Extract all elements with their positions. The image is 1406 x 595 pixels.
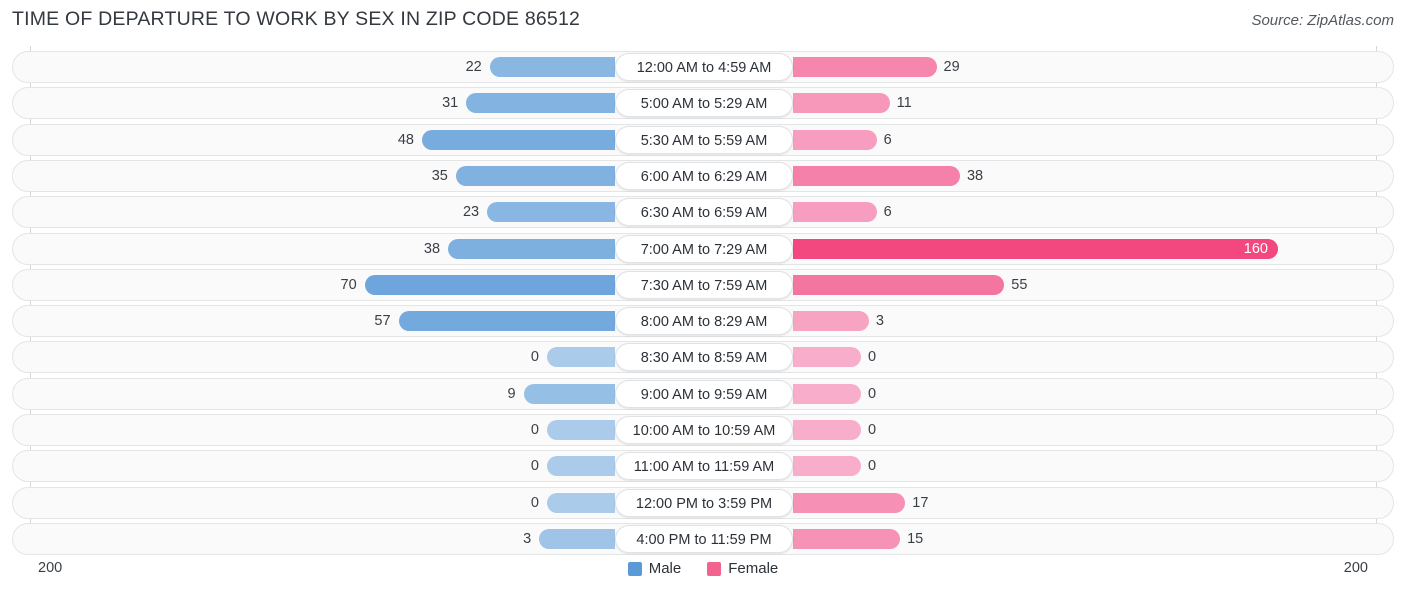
bar-female[interactable] [793,165,960,186]
bar-male[interactable] [547,420,615,440]
value-label-female: 38 [966,167,984,184]
value-label-male: 0 [530,422,539,438]
bar-male[interactable] [547,347,615,368]
table-row[interactable]: 9 0 9:00 AM to 9:59 AM [12,377,1394,410]
value-label-male: 3 [523,530,532,547]
bar-male[interactable] [487,202,615,223]
legend-swatch-female-icon [707,561,722,576]
table-row[interactable]: 38 160 7:00 AM to 7:29 AM [12,232,1394,265]
table-row[interactable]: 23 6 6:30 AM to 6:59 AM [12,196,1394,229]
category-label[interactable]: 12:00 PM to 3:59 PM [615,488,793,517]
table-row[interactable]: 22 29 12:00 AM to 4:59 AM [12,51,1394,83]
bar-male[interactable] [364,274,615,295]
value-label-male: 22 [465,59,482,75]
value-label-female: 0 [868,458,877,475]
bar-male[interactable] [421,129,615,150]
category-label[interactable]: 6:00 AM to 6:29 AM [615,161,793,190]
legend-item-male[interactable]: Male [627,560,682,577]
bar-male[interactable] [547,456,615,477]
bar-male[interactable] [547,492,615,513]
category-label[interactable]: 5:30 AM to 5:59 AM [615,125,793,154]
chart-legend: Male Female [0,560,1406,577]
bar-female[interactable] [793,311,869,332]
table-row[interactable]: 3 15 4:00 PM to 11:59 PM [12,522,1394,555]
bar-female[interactable] [793,492,906,513]
category-label[interactable]: 8:00 AM to 8:29 AM [615,307,793,336]
table-row[interactable]: 0 0 10:00 AM to 10:59 AM [12,414,1394,446]
value-label-female: 55 [1011,276,1028,293]
value-label-female: 3 [875,313,884,330]
bar-male[interactable] [489,57,615,77]
bar-female[interactable] [793,238,1278,259]
value-label-female: 17 [912,494,929,511]
page-title: TIME OF DEPARTURE TO WORK BY SEX IN ZIP … [12,8,581,30]
category-label[interactable]: 7:30 AM to 7:59 AM [615,270,793,299]
value-label-male: 0 [530,349,539,366]
chart-footer: 200 200 Male Female [0,556,1406,595]
bar-male[interactable] [466,93,615,114]
value-label-male: 35 [431,167,448,184]
table-row[interactable]: 48 6 5:30 AM to 5:59 AM [12,123,1394,156]
value-label-male: 48 [397,131,414,148]
bar-female[interactable] [793,420,861,440]
table-row[interactable]: 0 0 8:30 AM to 8:59 AM [12,341,1394,374]
bar-male[interactable] [448,238,615,259]
bar-female[interactable] [793,202,877,223]
bar-female[interactable] [793,347,861,368]
bar-male[interactable] [455,165,615,186]
table-row[interactable]: 35 38 6:00 AM to 6:29 AM [12,159,1394,192]
category-label[interactable]: 10:00 AM to 10:59 AM [615,416,793,444]
category-label[interactable]: 4:00 PM to 11:59 PM [615,524,793,553]
category-label[interactable]: 9:00 AM to 9:59 AM [615,379,793,408]
value-label-female: 0 [868,422,877,438]
bar-female[interactable] [793,93,890,114]
legend-label-female: Female [728,560,779,577]
category-label[interactable]: 8:30 AM to 8:59 AM [615,343,793,372]
bar-male[interactable] [539,528,615,549]
value-label-female: 6 [883,131,892,148]
value-label-female: 29 [943,59,960,75]
legend-item-female[interactable]: Female [707,560,778,577]
value-label-male: 31 [442,95,459,112]
table-row[interactable]: 0 17 12:00 PM to 3:59 PM [12,486,1394,519]
category-label[interactable]: 12:00 AM to 4:59 AM [615,53,793,81]
bar-female[interactable] [793,274,1005,295]
bar-female[interactable] [793,456,861,477]
bar-male[interactable] [398,311,615,332]
category-label[interactable]: 6:30 AM to 6:59 AM [615,198,793,227]
table-row[interactable]: 0 0 11:00 AM to 11:59 AM [12,450,1394,483]
value-label-female: 0 [868,349,877,366]
value-label-female: 15 [907,530,924,547]
value-label-female: 0 [868,385,877,402]
table-row[interactable]: 31 11 5:00 AM to 5:29 AM [12,87,1394,120]
category-label[interactable]: 5:00 AM to 5:29 AM [615,89,793,118]
bar-female[interactable] [793,129,877,150]
value-label-male: 0 [530,494,539,511]
bar-female[interactable] [793,383,861,404]
legend-label-male: Male [648,560,682,577]
value-label-female: 11 [896,95,912,112]
value-label-male: 57 [374,313,391,330]
table-row[interactable]: 57 3 8:00 AM to 8:29 AM [12,305,1394,338]
table-row[interactable]: 70 55 7:30 AM to 7:59 AM [12,268,1394,301]
value-label-male: 0 [530,458,539,475]
category-label[interactable]: 11:00 AM to 11:59 AM [615,452,793,481]
value-label-male: 38 [423,240,441,257]
value-label-male: 9 [507,385,516,402]
source-attribution: Source: ZipAtlas.com [1251,12,1394,29]
bar-female[interactable] [793,528,901,549]
value-label-male: 23 [462,204,480,221]
chart-plot-area: 22 29 12:00 AM to 4:59 AM 31 11 5:00 AM to 5:… [0,46,1406,555]
bar-female[interactable] [793,57,937,77]
category-label[interactable]: 7:00 AM to 7:29 AM [615,234,793,263]
value-label-female: 6 [883,204,892,221]
chart-header: TIME OF DEPARTURE TO WORK BY SEX IN ZIP … [0,0,1406,42]
value-label-female: 160 [1243,240,1268,257]
value-label-male: 70 [340,276,357,293]
bar-male[interactable] [523,383,615,404]
legend-swatch-male-icon [627,561,642,576]
